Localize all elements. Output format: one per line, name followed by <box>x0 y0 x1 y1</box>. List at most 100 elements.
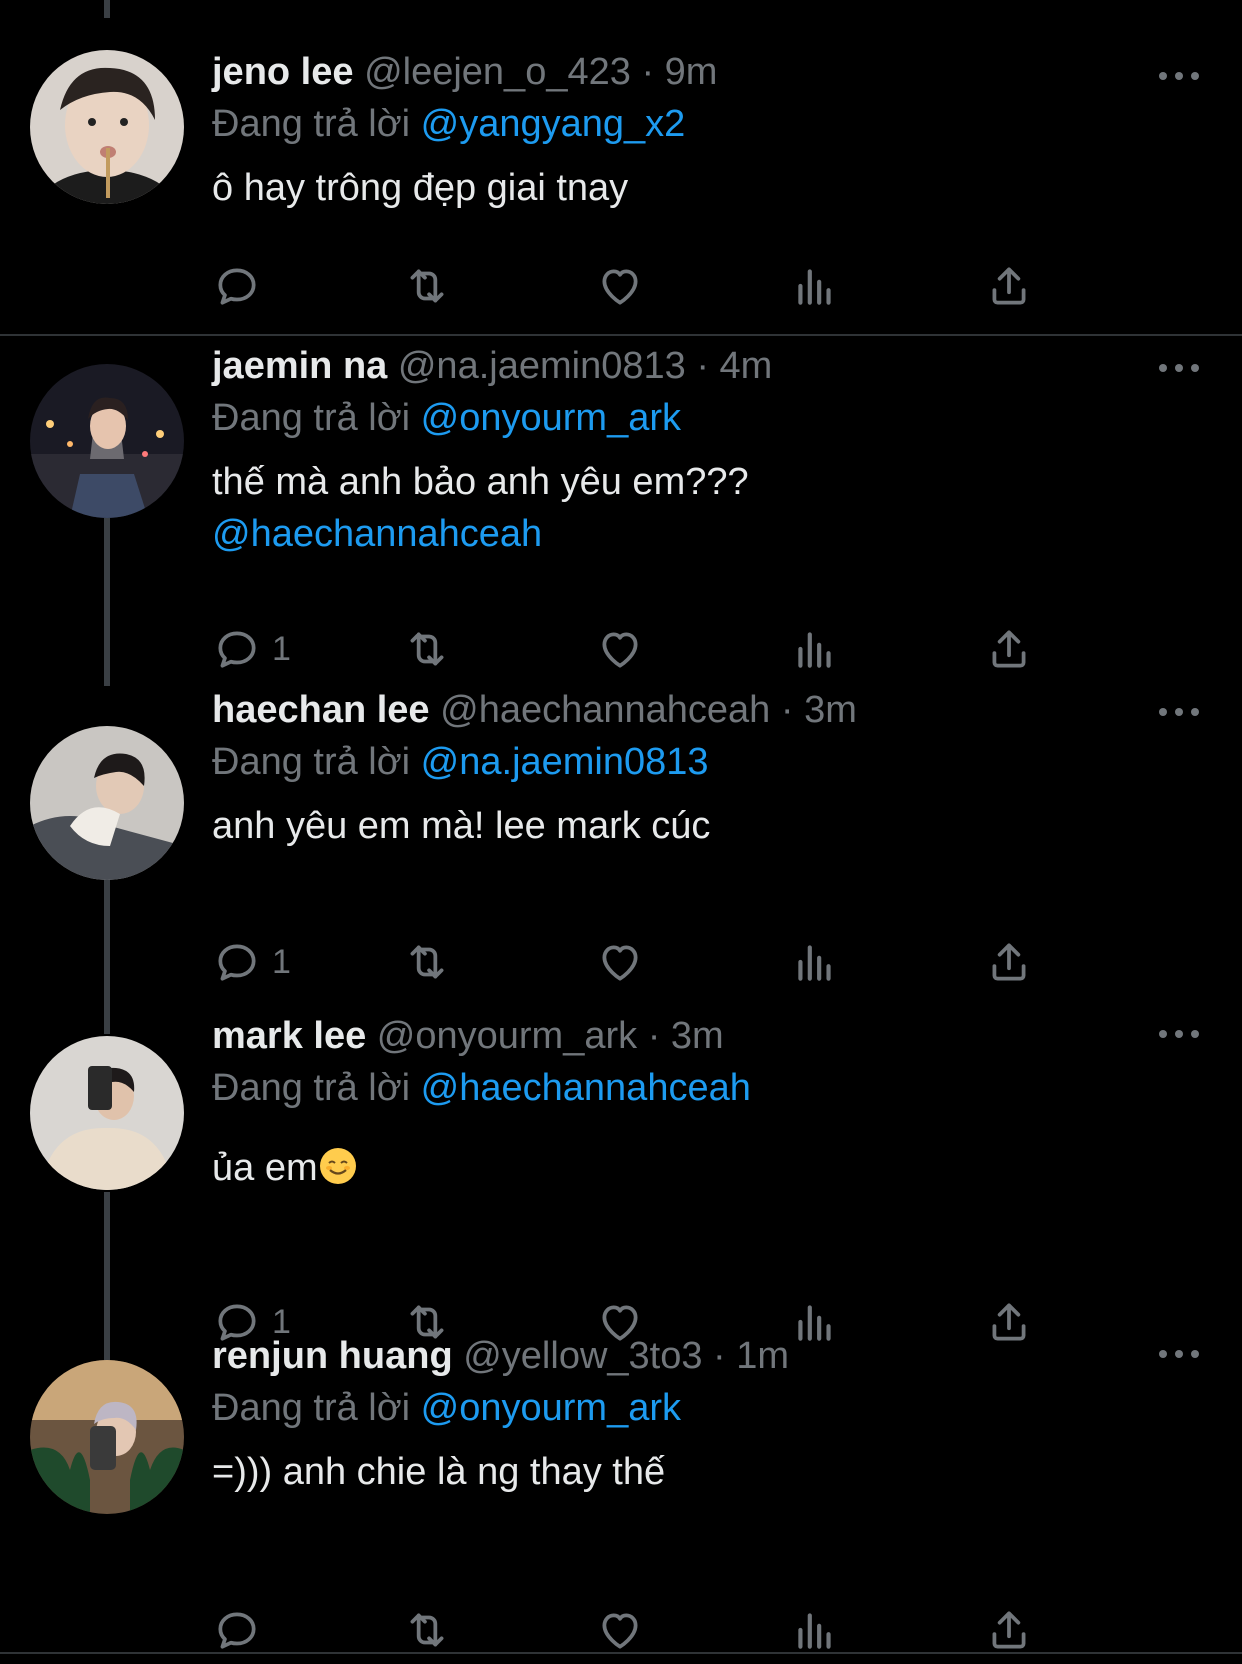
reply-icon <box>218 1612 256 1649</box>
timestamp[interactable]: 9m <box>665 51 718 93</box>
tweet-actions: 1 <box>212 932 1092 992</box>
analytics-icon <box>798 632 831 668</box>
tweet-header: mark lee @onyourm_ark · 3m <box>212 1012 1202 1060</box>
replying-to: Đang trả lời @onyourm_ark <box>212 394 1202 442</box>
timestamp[interactable]: 3m <box>804 689 857 731</box>
separator-dot: · <box>713 1335 726 1377</box>
replying-to-label: Đang trả lời <box>212 103 411 145</box>
reply-icon <box>218 631 256 668</box>
like-button[interactable] <box>595 1600 645 1660</box>
reply-icon <box>218 268 256 305</box>
tweet-header: haechan lee @haechannahceah · 3m <box>212 686 1202 734</box>
user-handle[interactable]: @na.jaemin0813 <box>398 345 686 387</box>
reply-mention-link[interactable]: @onyourm_ark <box>421 1387 681 1429</box>
display-name[interactable]: renjun huang <box>212 1335 453 1377</box>
more-options-icon[interactable] <box>1154 702 1204 722</box>
replying-to-label: Đang trả lời <box>212 397 411 439</box>
reply-button[interactable] <box>212 256 272 316</box>
tweet-text-line: thế mà anh bảo anh yêu em??? <box>212 461 749 503</box>
tweet-text-line: =))) anh chie là ng thay thế <box>212 1451 666 1493</box>
share-icon <box>992 267 1026 305</box>
display-name[interactable]: jaemin na <box>212 345 387 387</box>
reply-button[interactable]: 1 <box>212 932 291 992</box>
reply-count: 1 <box>272 629 291 668</box>
reply-button[interactable] <box>212 1600 272 1660</box>
reply-icon <box>218 944 256 981</box>
user-handle[interactable]: @leejen_o_423 <box>364 51 631 93</box>
avatar[interactable] <box>30 1360 184 1514</box>
tweet-text: =))) anh chie là ng thay thế <box>212 1446 1202 1498</box>
display-name[interactable]: jeno lee <box>212 51 354 93</box>
retweet-icon <box>410 269 444 303</box>
reply-count: 1 <box>272 942 291 981</box>
avatar[interactable] <box>30 1036 184 1190</box>
user-handle[interactable]: @yellow_3to3 <box>463 1335 702 1377</box>
reply-mention-link[interactable]: @onyourm_ark <box>421 397 681 439</box>
tweet-header: jeno lee @leejen_o_423 · 9m <box>212 48 1202 96</box>
more-options-icon[interactable] <box>1154 358 1204 378</box>
tweet-header: jaemin na @na.jaemin0813 · 4m <box>212 342 1202 390</box>
views-button[interactable] <box>790 619 840 679</box>
display-name[interactable]: mark lee <box>212 1015 366 1057</box>
share-icon <box>992 943 1026 981</box>
smiling-face-emoji-icon <box>319 1148 356 1184</box>
like-button[interactable] <box>595 932 645 992</box>
heart-icon <box>602 945 638 981</box>
replying-to-label: Đang trả lời <box>212 1387 411 1429</box>
replying-to: Đang trả lời @yangyang_x2 <box>212 100 1202 148</box>
tweet-text: ô hay trông đẹp giai tnay <box>212 162 1202 214</box>
tweet-mention-link[interactable]: @haechannahceah <box>212 508 1202 560</box>
user-handle[interactable]: @onyourm_ark <box>377 1015 637 1057</box>
timestamp[interactable]: 4m <box>720 345 773 387</box>
tweet-card[interactable]: mark lee @onyourm_ark · 3m Đang trả lời … <box>0 1015 1242 1360</box>
share-button[interactable] <box>984 1600 1034 1660</box>
avatar[interactable] <box>30 726 184 880</box>
retweet-button[interactable] <box>402 256 452 316</box>
reply-mention-link[interactable]: @haechannahceah <box>421 1067 751 1109</box>
display-name[interactable]: haechan lee <box>212 689 430 731</box>
retweet-button[interactable] <box>402 932 452 992</box>
retweet-icon <box>410 632 444 666</box>
share-icon <box>992 1611 1026 1649</box>
replying-to: Đang trả lời @na.jaemin0813 <box>212 738 1202 786</box>
like-button[interactable] <box>595 619 645 679</box>
share-button[interactable] <box>984 932 1034 992</box>
reply-mention-link[interactable]: @na.jaemin0813 <box>421 741 709 783</box>
replying-to-label: Đang trả lời <box>212 741 411 783</box>
retweet-button[interactable] <box>402 1600 452 1660</box>
share-button[interactable] <box>984 619 1034 679</box>
avatar[interactable] <box>30 364 184 518</box>
reply-button[interactable]: 1 <box>212 619 291 679</box>
avatar[interactable] <box>30 50 184 204</box>
tweet-text-line: anh yêu em mà! lee mark cúc <box>212 805 711 847</box>
timestamp[interactable]: 1m <box>736 1335 789 1377</box>
views-button[interactable] <box>790 256 840 316</box>
heart-icon <box>602 1613 638 1649</box>
separator-dot: · <box>696 345 709 387</box>
tweet-divider <box>0 1652 1242 1654</box>
tweet-card[interactable]: jeno lee @leejen_o_423 · 9m Đang trả lời… <box>0 0 1242 335</box>
like-button[interactable] <box>595 256 645 316</box>
retweet-button[interactable] <box>402 619 452 679</box>
views-button[interactable] <box>790 1600 840 1660</box>
share-button[interactable] <box>984 256 1034 316</box>
separator-dot: · <box>647 1015 661 1057</box>
tweet-card[interactable]: renjun huang @yellow_3to3 · 1m Đang trả … <box>0 1335 1242 1650</box>
analytics-icon <box>798 1613 831 1649</box>
reply-mention-link[interactable]: @yangyang_x2 <box>421 103 686 145</box>
tweet-card[interactable]: haechan lee @haechannahceah · 3m Đang tr… <box>0 689 1242 1030</box>
tweet-text-line: ủa em <box>212 1147 318 1189</box>
timestamp[interactable]: 3m <box>671 1015 724 1057</box>
tweet-actions <box>212 256 1092 316</box>
more-options-icon[interactable] <box>1154 66 1204 86</box>
more-options-icon[interactable] <box>1154 1344 1204 1364</box>
analytics-icon <box>798 945 831 981</box>
user-handle[interactable]: @haechannahceah <box>440 689 770 731</box>
tweet-header: renjun huang @yellow_3to3 · 1m <box>212 1332 1202 1380</box>
tweet-text-line: ô hay trông đẹp giai tnay <box>212 167 629 209</box>
heart-icon <box>602 269 638 305</box>
more-options-icon[interactable] <box>1154 1024 1204 1044</box>
tweet-card[interactable]: jaemin na @na.jaemin0813 · 4m Đang trả l… <box>0 336 1242 686</box>
views-button[interactable] <box>790 932 840 992</box>
tweet-text: anh yêu em mà! lee mark cúc <box>212 800 1202 852</box>
